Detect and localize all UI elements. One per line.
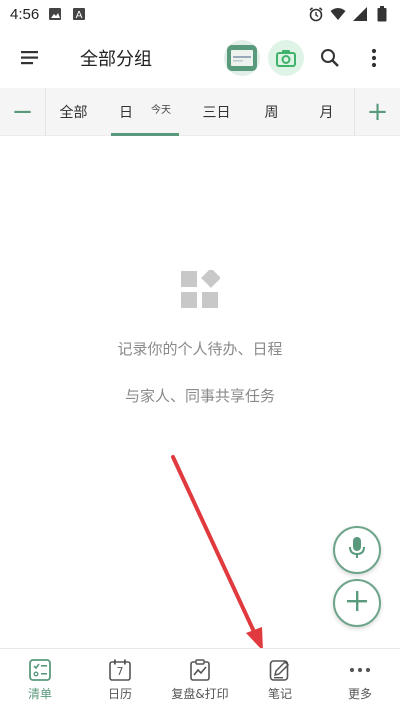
battery-icon	[374, 6, 390, 22]
clipboard-chart-icon	[189, 658, 211, 681]
tab-label: 周	[264, 104, 279, 121]
calendar-day-number: 7	[116, 665, 124, 678]
plus-icon	[346, 590, 368, 616]
microphone-icon	[348, 536, 366, 564]
nav-item-more[interactable]: 更多	[320, 649, 400, 711]
scan-card-icon[interactable]	[224, 40, 260, 76]
nav-label: 清单	[27, 686, 52, 701]
nav-label: 日历	[107, 686, 132, 701]
tab-month[interactable]: 月	[299, 88, 354, 136]
app-bar: 全部分组	[0, 28, 400, 88]
checklist-icon	[29, 658, 51, 681]
note-edit-icon	[269, 659, 291, 681]
voice-input-button[interactable]	[333, 526, 381, 574]
status-bar: 4:56 A	[0, 0, 400, 28]
empty-message-line1: 记录你的个人待办、日程	[117, 340, 283, 358]
more-horizontal-icon	[349, 659, 371, 681]
page-title[interactable]: 全部分组	[80, 45, 152, 71]
nav-label: 更多	[347, 686, 372, 701]
calendar-icon: 7	[109, 659, 131, 681]
nav-item-review-print[interactable]: 复盘&打印	[160, 649, 240, 711]
tab-label: 月	[319, 104, 334, 121]
wifi-icon	[330, 6, 346, 22]
zoom-out-button[interactable]: −	[0, 87, 46, 136]
tab-week[interactable]: 周	[244, 88, 299, 136]
camera-icon[interactable]	[268, 40, 304, 76]
nav-label: 复盘&打印	[171, 686, 229, 701]
search-icon[interactable]	[312, 40, 348, 76]
bottom-navigation: 清单 7 日历 复盘&打印 笔记 更多	[0, 648, 400, 711]
a-letter-icon: A	[71, 6, 87, 22]
tab-label: 全部	[59, 104, 88, 121]
tab-three-days[interactable]: 三日	[189, 88, 244, 136]
empty-message-line2: 与家人、同事共享任务	[124, 387, 275, 405]
widgets-icon	[180, 268, 221, 310]
empty-state: 记录你的个人待办、日程 与家人、同事共享任务	[0, 268, 400, 406]
tab-label: 日	[119, 104, 133, 121]
nav-item-calendar[interactable]: 7 日历	[80, 649, 160, 711]
zoom-in-button[interactable]: +	[354, 87, 400, 136]
tab-day[interactable]: 日 今天	[101, 88, 189, 136]
hamburger-menu-icon[interactable]	[0, 28, 60, 88]
nav-label: 笔记	[267, 686, 292, 701]
view-tabs-bar: − 全部 日 今天 三日 周 月 +	[0, 87, 400, 136]
signal-icon	[352, 6, 368, 22]
svg-text:A: A	[76, 10, 83, 21]
add-task-button[interactable]	[333, 579, 381, 627]
nav-item-notes[interactable]: 笔记	[240, 649, 320, 711]
more-vertical-icon[interactable]	[356, 40, 392, 76]
tab-label: 三日	[202, 104, 231, 121]
tab-all[interactable]: 全部	[46, 88, 101, 136]
image-icon	[47, 6, 63, 22]
nav-item-list[interactable]: 清单	[0, 649, 80, 711]
alarm-icon	[308, 6, 324, 22]
today-label: 今天	[151, 105, 171, 116]
status-time: 4:56	[10, 5, 40, 23]
